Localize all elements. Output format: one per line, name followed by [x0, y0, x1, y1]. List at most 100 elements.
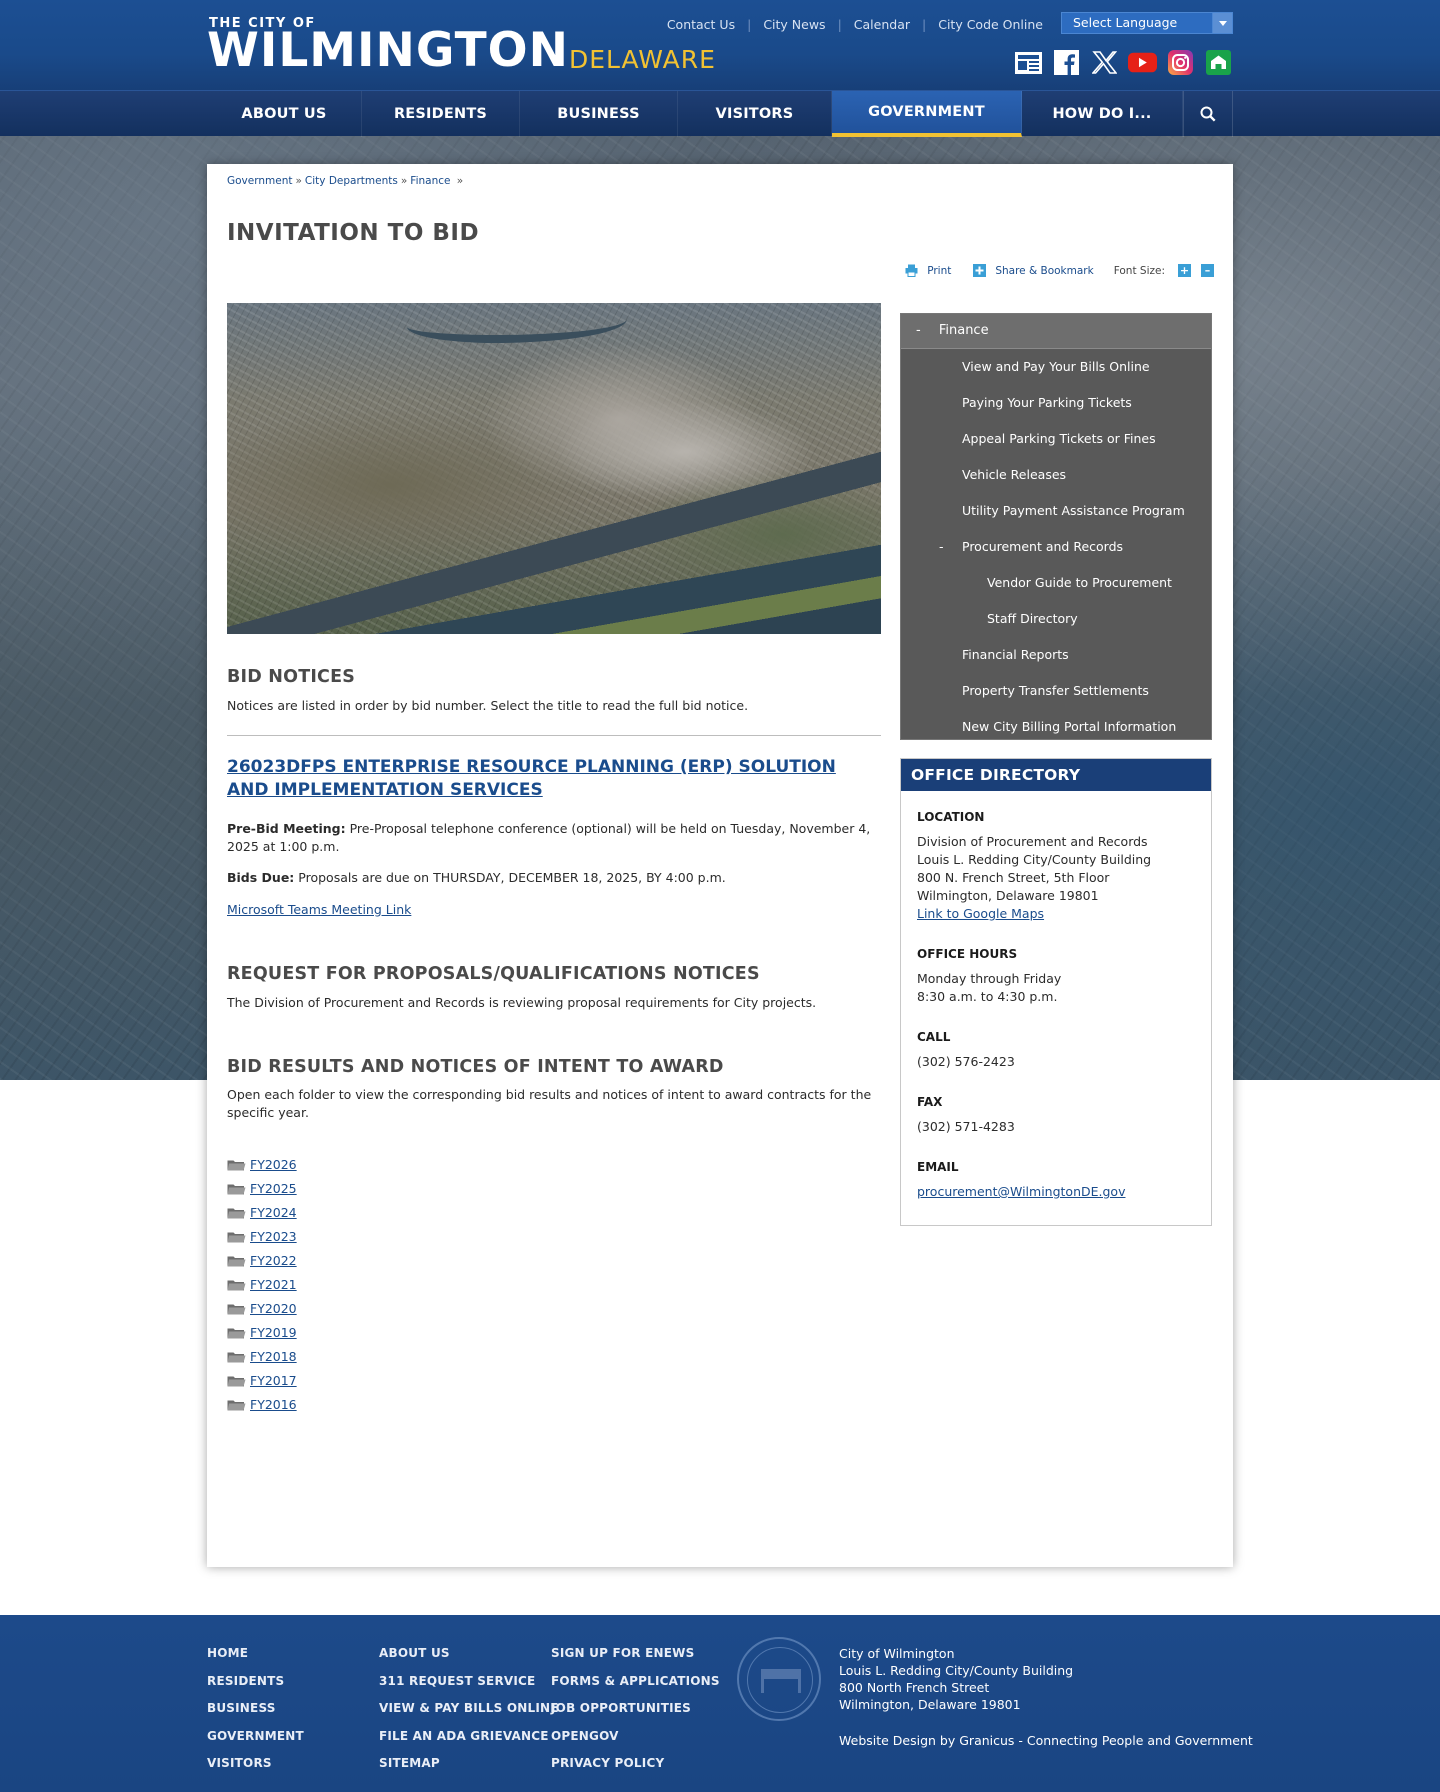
- sidenav-item[interactable]: Vendor Guide to Procurement: [901, 565, 1211, 601]
- footer-credit[interactable]: Website Design by Granicus - Connecting …: [839, 1733, 1253, 1748]
- folder-link[interactable]: FY2022: [250, 1253, 297, 1268]
- footer-address-line: Wilmington, Delaware 19801: [839, 1697, 1021, 1712]
- call-label: CALL: [917, 1030, 951, 1044]
- folder-item[interactable]: FY2022: [227, 1248, 297, 1272]
- folder-item[interactable]: FY2020: [227, 1296, 297, 1320]
- folder-link[interactable]: FY2023: [250, 1229, 297, 1244]
- folder-item[interactable]: FY2017: [227, 1368, 297, 1392]
- news-icon[interactable]: [1014, 49, 1043, 76]
- breadcrumb-city-departments[interactable]: City Departments: [305, 175, 398, 187]
- folder-link[interactable]: FY2021: [250, 1277, 297, 1292]
- footer-pay-bills-link[interactable]: VIEW & PAY BILLS ONLINE: [379, 1701, 559, 1729]
- sidenav-item[interactable]: Vehicle Releases: [901, 457, 1211, 493]
- footer-sitemap-link[interactable]: SITEMAP: [379, 1756, 559, 1784]
- nav-visitors[interactable]: VISITORS: [678, 91, 832, 137]
- folder-link[interactable]: FY2018: [250, 1349, 297, 1364]
- sidenav-item[interactable]: Financial Reports: [901, 637, 1211, 673]
- folder-icon: [227, 1304, 246, 1314]
- nav-residents[interactable]: RESIDENTS: [362, 91, 520, 137]
- nav-about-us[interactable]: ABOUT US: [207, 91, 362, 137]
- footer-enews-link[interactable]: SIGN UP FOR ENEWS: [551, 1646, 720, 1674]
- sidenav-item[interactable]: New City Billing Portal Information: [901, 709, 1211, 745]
- email-link[interactable]: procurement@WilmingtonDE.gov: [917, 1183, 1125, 1201]
- footer-ada-grievance-link[interactable]: FILE AN ADA GRIEVANCE: [379, 1729, 559, 1757]
- folder-link[interactable]: FY2017: [250, 1373, 297, 1388]
- fax-label: FAX: [917, 1095, 943, 1109]
- footer-jobs-link[interactable]: JOB OPPORTUNITIES: [551, 1701, 720, 1729]
- contact-us-link[interactable]: Contact Us: [667, 17, 735, 32]
- folder-item[interactable]: FY2024: [227, 1200, 297, 1224]
- footer-links-col-1: HOME RESIDENTS BUSINESS GOVERNMENT VISIT…: [207, 1646, 304, 1784]
- bid-notice-link[interactable]: 26023DFPS ENTERPRISE RESOURCE PLANNING (…: [227, 756, 881, 802]
- footer-forms-link[interactable]: FORMS & APPLICATIONS: [551, 1674, 720, 1702]
- sidenav-item[interactable]: Paying Your Parking Tickets: [901, 385, 1211, 421]
- bid-notices-intro: Notices are listed in order by bid numbe…: [227, 698, 749, 713]
- footer-311-link[interactable]: 311 REQUEST SERVICE: [379, 1674, 559, 1702]
- prebid-meeting-text: Pre-Bid Meeting: Pre-Proposal telephone …: [227, 820, 881, 856]
- city-logo[interactable]: THE CITY OF WILMINGTON DELAWARE: [207, 14, 727, 78]
- youtube-icon[interactable]: [1128, 49, 1157, 76]
- calendar-link[interactable]: Calendar: [854, 17, 910, 32]
- folder-icon: [227, 1280, 246, 1290]
- sidenav-item[interactable]: Staff Directory: [901, 601, 1211, 637]
- footer-residents-link[interactable]: RESIDENTS: [207, 1674, 304, 1702]
- breadcrumb-government[interactable]: Government: [227, 175, 292, 187]
- folder-link[interactable]: FY2016: [250, 1397, 297, 1412]
- language-select[interactable]: Select Language: [1061, 12, 1233, 34]
- footer-visitors-link[interactable]: VISITORS: [207, 1756, 304, 1784]
- city-seal-icon: [737, 1637, 821, 1721]
- folder-item[interactable]: FY2016: [227, 1392, 297, 1416]
- font-decrease-button[interactable]: –: [1201, 264, 1214, 277]
- folder-link[interactable]: FY2020: [250, 1301, 297, 1316]
- folder-item[interactable]: FY2023: [227, 1224, 297, 1248]
- folder-item[interactable]: FY2019: [227, 1320, 297, 1344]
- folder-item[interactable]: FY2018: [227, 1344, 297, 1368]
- facebook-icon[interactable]: [1052, 49, 1081, 76]
- collapse-toggle[interactable]: -: [916, 323, 921, 338]
- folder-item[interactable]: FY2025: [227, 1176, 297, 1200]
- footer-about-us-link[interactable]: ABOUT US: [379, 1646, 559, 1674]
- sidenav-item[interactable]: Utility Payment Assistance Program: [901, 493, 1211, 529]
- teams-meeting-link[interactable]: Microsoft Teams Meeting Link: [227, 902, 411, 917]
- nav-government[interactable]: GOVERNMENT: [832, 91, 1022, 137]
- nextdoor-icon[interactable]: [1204, 49, 1233, 76]
- x-icon[interactable]: [1090, 49, 1119, 76]
- city-code-link[interactable]: City Code Online: [938, 17, 1043, 32]
- city-news-link[interactable]: City News: [763, 17, 825, 32]
- address-line: Wilmington, Delaware 19801: [917, 888, 1099, 903]
- sidenav-finance-header[interactable]: - Finance: [901, 314, 1211, 349]
- folder-link[interactable]: FY2024: [250, 1205, 297, 1220]
- footer-privacy-link[interactable]: PRIVACY POLICY: [551, 1756, 720, 1784]
- folder-link[interactable]: FY2019: [250, 1325, 297, 1340]
- share-bookmark-link[interactable]: Share & Bookmark: [995, 265, 1093, 277]
- sidenav-item[interactable]: Appeal Parking Tickets or Fines: [901, 421, 1211, 457]
- main-nav: ABOUT US RESIDENTS BUSINESS VISITORS GOV…: [0, 90, 1440, 137]
- footer-business-link[interactable]: BUSINESS: [207, 1701, 304, 1729]
- sidenav-item-label: Vendor Guide to Procurement: [987, 575, 1172, 590]
- folder-item[interactable]: FY2026: [227, 1152, 297, 1176]
- sidenav-item[interactable]: Property Transfer Settlements: [901, 673, 1211, 709]
- sidenav-item[interactable]: - Procurement and Records: [901, 529, 1211, 565]
- print-link[interactable]: Print: [927, 265, 951, 277]
- nav-business[interactable]: BUSINESS: [520, 91, 678, 137]
- font-increase-button[interactable]: +: [1178, 264, 1191, 277]
- bid-notices-heading: BID NOTICES: [227, 667, 356, 687]
- folder-link[interactable]: FY2026: [250, 1157, 297, 1172]
- google-maps-link[interactable]: Link to Google Maps: [917, 906, 1044, 921]
- footer-opengov-link[interactable]: OPENGOV: [551, 1729, 720, 1757]
- footer-home-link[interactable]: HOME: [207, 1646, 304, 1674]
- page-tools: Print Share & Bookmark Font Size: + –: [905, 264, 1214, 277]
- footer-government-link[interactable]: GOVERNMENT: [207, 1729, 304, 1757]
- search-button[interactable]: [1183, 91, 1233, 137]
- sidenav-item-label: View and Pay Your Bills Online: [962, 359, 1150, 374]
- folder-link[interactable]: FY2025: [250, 1181, 297, 1196]
- breadcrumb-finance[interactable]: Finance: [410, 175, 450, 187]
- sidenav-item-label: Staff Directory: [987, 611, 1078, 626]
- site-footer: HOME RESIDENTS BUSINESS GOVERNMENT VISIT…: [0, 1615, 1440, 1792]
- collapse-toggle[interactable]: -: [939, 529, 944, 565]
- nav-how-do-i[interactable]: HOW DO I...: [1022, 91, 1183, 137]
- folder-item[interactable]: FY2021: [227, 1272, 297, 1296]
- sidenav-item[interactable]: View and Pay Your Bills Online: [901, 349, 1211, 385]
- instagram-icon[interactable]: [1166, 49, 1195, 76]
- folder-icon: [227, 1208, 246, 1218]
